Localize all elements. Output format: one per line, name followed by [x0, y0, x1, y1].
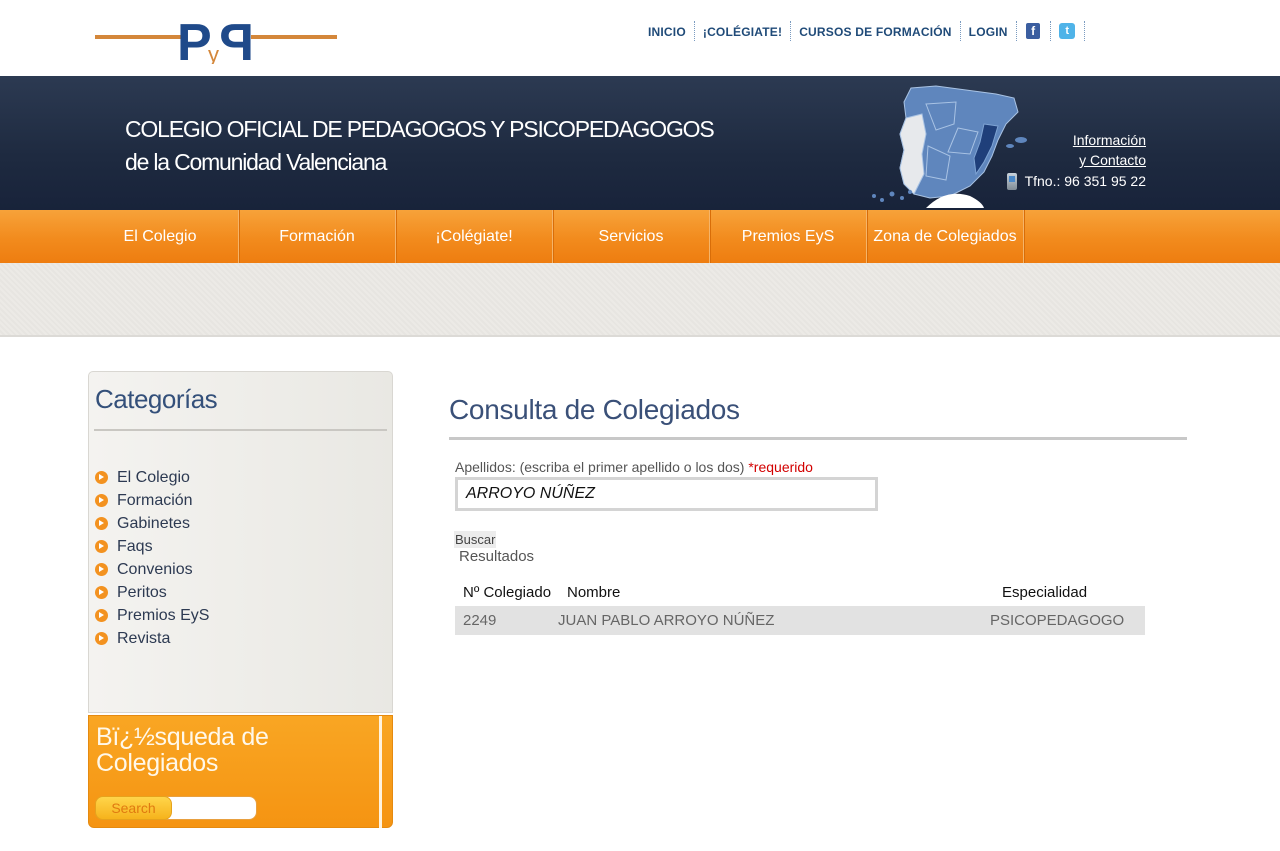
sidebar-item-gabinetes[interactable]: Gabinetes — [95, 512, 209, 535]
nav-item-servicios[interactable]: Servicios — [553, 210, 710, 263]
header-banner: COLEGIO OFICIAL DE PEDAGOGOS Y PSICOPEDA… — [0, 76, 1280, 210]
bullet-arrow-icon — [95, 563, 108, 576]
apellidos-input[interactable]: ARROYO NÚÑEZ — [455, 477, 878, 511]
header-numero: Nº Colegiado — [463, 584, 552, 601]
sidebar-item-faqs[interactable]: Faqs — [95, 535, 209, 558]
header-nombre: Nombre — [567, 584, 621, 601]
main-nav: El Colegio Formación ¡Colégiate! Servici… — [0, 210, 1280, 263]
top-link-inicio[interactable]: INICIO — [640, 21, 695, 41]
sidebar-categorias: Categorías El Colegio Formación Gabinete… — [88, 371, 393, 713]
sidebar-list: El Colegio Formación Gabinetes Faqs Conv… — [95, 466, 209, 650]
search-box-title: Bï¿½squeda de Colegiados — [96, 724, 269, 776]
phone-number: Tfno.: 96 351 95 22 — [1024, 173, 1146, 189]
top-link-cursos[interactable]: CURSOS DE FORMACIÓN — [791, 21, 961, 41]
cell-numero: 2249 — [463, 612, 497, 629]
required-marker: *requerido — [748, 459, 813, 475]
top-link-login[interactable]: LOGIN — [961, 21, 1017, 41]
cell-nombre: JUAN PABLO ARROYO NÚÑEZ — [558, 612, 775, 629]
facebook-icon: f — [1026, 23, 1041, 39]
facebook-link[interactable]: f — [1017, 21, 1051, 41]
top-links: INICIO ¡COLÉGIATE! CURSOS DE FORMACIÓN L… — [640, 20, 1085, 42]
decorative-stripe — [379, 716, 382, 828]
sidebar-item-label: Convenios — [117, 560, 193, 578]
nav-item-el-colegio[interactable]: El Colegio — [82, 210, 239, 263]
search-button[interactable]: Search — [95, 796, 172, 820]
resultados-heading: Resultados — [459, 548, 535, 565]
sidebar-item-label: Formación — [117, 491, 193, 509]
sidebar-item-formacion[interactable]: Formación — [95, 489, 209, 512]
header-especialidad: Especialidad — [1002, 584, 1088, 601]
table-row[interactable]: 2249 JUAN PABLO ARROYO NÚÑEZ PSICOPEDAGO… — [455, 606, 1145, 635]
cell-especialidad: PSICOPEDAGOGO — [990, 612, 1125, 629]
sidebar-item-convenios[interactable]: Convenios — [95, 558, 209, 581]
results-table: Nº Colegiado Nombre Especialidad 2249 JU… — [455, 578, 1145, 635]
twitter-icon: t — [1059, 23, 1076, 39]
table-header: Nº Colegiado Nombre Especialidad — [455, 578, 1145, 606]
phone-row: Tfno.: 96 351 95 22 — [1000, 172, 1146, 190]
bullet-arrow-icon — [95, 517, 108, 530]
decorative-band — [0, 263, 1280, 337]
sidebar-item-revista[interactable]: Revista — [95, 627, 209, 650]
contact-block: Información y Contacto Tfno.: 96 351 95 … — [1000, 130, 1146, 190]
sidebar-item-premios[interactable]: Premios EyS — [95, 604, 209, 627]
twitter-link[interactable]: t — [1051, 21, 1085, 41]
nav-item-formacion[interactable]: Formación — [239, 210, 396, 263]
nav-item-colegiate[interactable]: ¡Colégiate! — [396, 210, 553, 263]
bullet-arrow-icon — [95, 609, 108, 622]
header-title-line2: de la Comunidad Valenciana — [125, 149, 387, 175]
bullet-arrow-icon — [95, 471, 108, 484]
bullet-arrow-icon — [95, 494, 108, 507]
sidebar-item-label: Gabinetes — [117, 514, 190, 532]
apellidos-label: Apellidos: (escriba el primer apellido o… — [455, 459, 813, 475]
phone-icon — [1006, 172, 1017, 190]
bullet-arrow-icon — [95, 632, 108, 645]
sidebar-item-el-colegio[interactable]: El Colegio — [95, 466, 209, 489]
search-box-title-line1: Bï¿½squeda de — [96, 723, 269, 751]
nav-item-premios[interactable]: Premios EyS — [710, 210, 867, 263]
page-title: Consulta de Colegiados — [449, 394, 740, 425]
svg-text:y: y — [208, 42, 219, 64]
sidebar-item-label: Peritos — [117, 583, 167, 601]
svg-text:P: P — [177, 14, 212, 64]
search-box-title-line2: Colegiados — [96, 749, 219, 777]
svg-text:P: P — [219, 14, 254, 64]
logo[interactable]: P y P — [95, 8, 337, 64]
top-bar: P y P INICIO ¡COLÉGIATE! CURSOS DE FORMA… — [0, 0, 1280, 76]
sidebar-item-label: Premios EyS — [117, 606, 210, 624]
contact-link-informacion[interactable]: Información — [1000, 130, 1146, 150]
contact-link-contacto[interactable]: y Contacto — [1000, 150, 1146, 170]
header-title-line1: COLEGIO OFICIAL DE PEDAGOGOS Y PSICOPEDA… — [125, 116, 715, 142]
sidebar-item-label: El Colegio — [117, 468, 190, 486]
apellidos-label-text: Apellidos: (escriba el primer apellido o… — [455, 459, 745, 475]
bullet-arrow-icon — [95, 586, 108, 599]
sidebar-title: Categorías — [95, 384, 218, 414]
top-link-colegiate[interactable]: ¡COLÉGIATE! — [695, 21, 792, 41]
nav-item-zona-colegiados[interactable]: Zona de Colegiados — [867, 210, 1024, 263]
buscar-button[interactable]: Buscar — [454, 531, 497, 548]
sidebar-item-peritos[interactable]: Peritos — [95, 581, 209, 604]
bullet-arrow-icon — [95, 540, 108, 553]
title-divider — [449, 437, 1187, 440]
sidebar-divider — [94, 429, 387, 431]
search-colegiados-box: Bï¿½squeda de Colegiados Search — [88, 715, 393, 828]
sidebar-item-label: Faqs — [117, 537, 153, 555]
sidebar-item-label: Revista — [117, 629, 171, 647]
